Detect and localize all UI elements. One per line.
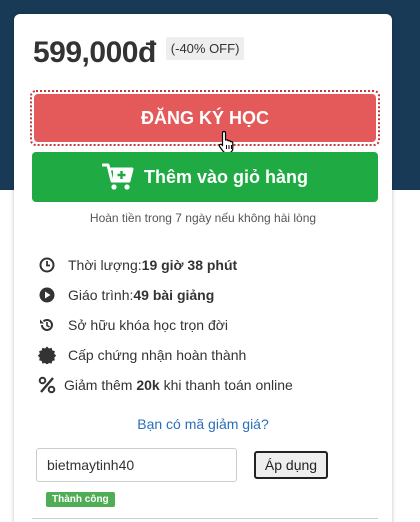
apply-coupon-button[interactable]: Áp dụng: [254, 451, 328, 479]
register-button-label: ĐĂNG KÝ HỌC: [140, 107, 269, 128]
certificate-icon: [38, 346, 56, 364]
price-row: 599,000đ (-40% OFF): [33, 36, 245, 70]
feature-discount-label-after: khi thanh toán online: [159, 377, 293, 393]
feature-lifetime-label: Sở hữu khóa học trọn đời: [68, 317, 229, 333]
purchase-card: 599,000đ (-40% OFF) ĐĂNG KÝ HỌC Thêm vào…: [14, 14, 392, 522]
feature-certificate-label: Cấp chứng nhận hoàn thành: [68, 347, 247, 363]
register-button[interactable]: ĐĂNG KÝ HỌC: [34, 94, 376, 154]
clock-icon: [38, 256, 56, 274]
page-background-strip: [0, 190, 14, 522]
refund-note: Hoàn tiền trong 7 ngày nếu không hài lòn…: [89, 211, 317, 225]
coupon-status-badge: Thành công: [46, 492, 115, 507]
register-button-focus-ring: ĐĂNG KÝ HỌC: [30, 90, 380, 154]
course-price: 599,000đ: [33, 36, 156, 69]
add-to-cart-button[interactable]: Thêm vào giỏ hàng: [32, 152, 378, 202]
feature-duration-value: 19 giờ 38 phút: [141, 257, 238, 273]
history-icon: [38, 316, 56, 334]
feature-curriculum-label: Giáo trình:: [68, 287, 134, 303]
feature-online-discount: Giảm thêm 20k khi thanh toán online: [38, 370, 378, 400]
feature-duration: Thời lượng: 19 giờ 38 phút: [38, 250, 378, 280]
feature-discount-label: Giảm thêm: [64, 377, 137, 393]
coupon-link[interactable]: Bạn có mã giảm giá?: [14, 416, 392, 432]
feature-certificate: Cấp chứng nhận hoàn thành: [38, 340, 378, 370]
feature-discount-value: 20k: [136, 377, 160, 393]
discount-badge: (-40% OFF): [165, 36, 245, 60]
divider: [32, 518, 378, 519]
play-icon: [38, 286, 56, 304]
cart-plus-icon: [101, 163, 134, 190]
percent-icon: [38, 376, 56, 394]
feature-list: Thời lượng: 19 giờ 38 phút Giáo trình: 4…: [38, 250, 378, 400]
feature-duration-label: Thời lượng:: [68, 257, 142, 273]
feature-curriculum: Giáo trình: 49 bài giảng: [38, 280, 378, 310]
feature-curriculum-value: 49 bài giảng: [133, 287, 215, 303]
hand-pointer-icon: [218, 130, 234, 154]
feature-lifetime: Sở hữu khóa học trọn đời: [38, 310, 378, 340]
add-to-cart-label: Thêm vào giỏ hàng: [143, 166, 308, 187]
coupon-input[interactable]: [36, 448, 237, 482]
